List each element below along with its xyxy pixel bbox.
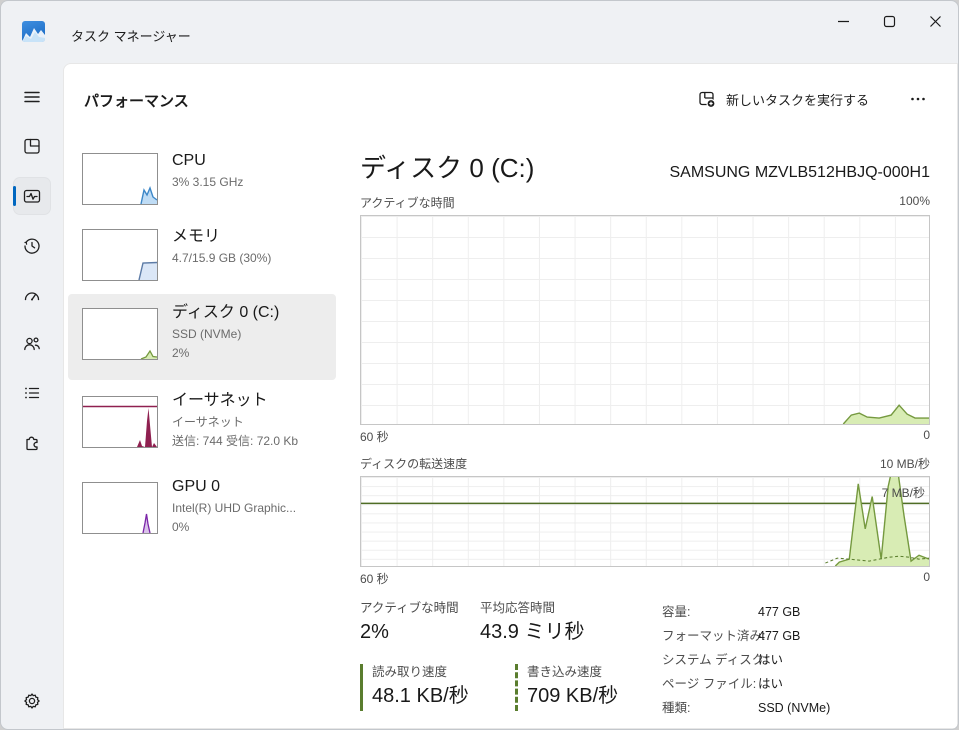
info-value: SSD (NVMe) bbox=[758, 696, 830, 720]
info-row-formatted: フォーマット済み: 477 GB bbox=[662, 624, 830, 648]
info-label: 種類: bbox=[662, 696, 758, 720]
perf-item-detail: Intel(R) UHD Graphic... bbox=[172, 499, 296, 518]
main-panel: パフォーマンス 新しいタスクを実行する bbox=[63, 63, 958, 729]
sidebar-item-performance[interactable] bbox=[14, 178, 50, 214]
chart2-max: 10 MB/秒 bbox=[880, 455, 930, 472]
sidebar bbox=[1, 63, 63, 729]
info-label: 容量: bbox=[662, 600, 758, 624]
transfer-rate-series bbox=[361, 477, 929, 566]
perf-item-ethernet[interactable]: イーサネット イーサネット 送信: 744 受信: 72.0 Kb bbox=[68, 382, 336, 468]
memory-mini-chart bbox=[82, 229, 158, 281]
perf-item-detail: 4.7/15.9 GB (30%) bbox=[172, 249, 271, 268]
stat-label: 平均応答時間 bbox=[480, 600, 584, 617]
transfer-rate-chart[interactable]: 7 MB/秒 bbox=[360, 476, 930, 567]
page-title: パフォーマンス bbox=[84, 90, 189, 111]
stat-read-speed: 読み取り速度 48.1 KB/秒 bbox=[360, 664, 469, 711]
stat-write-speed: 書き込み速度 709 KB/秒 bbox=[515, 664, 618, 711]
chart2-scale-line-label: 7 MB/秒 bbox=[882, 484, 925, 501]
stat-label: アクティブな時間 bbox=[360, 600, 459, 617]
sidebar-item-processes[interactable] bbox=[14, 128, 50, 164]
sidebar-item-details[interactable] bbox=[14, 375, 50, 411]
perf-item-name: GPU 0 bbox=[172, 475, 296, 499]
sidebar-item-app-history[interactable] bbox=[14, 228, 50, 264]
info-row-page-file: ページ ファイル: はい bbox=[662, 672, 830, 696]
info-value: 477 GB bbox=[758, 600, 800, 624]
gpu-mini-chart bbox=[82, 482, 158, 534]
stat-active-time: アクティブな時間 2% bbox=[360, 600, 459, 647]
stat-value: 709 KB/秒 bbox=[527, 681, 618, 711]
info-value: 477 GB bbox=[758, 624, 800, 648]
titlebar: タスク マネージャー bbox=[1, 1, 958, 63]
hamburger-menu-icon[interactable] bbox=[14, 79, 50, 115]
sidebar-item-users[interactable] bbox=[14, 326, 50, 362]
disk-stats: アクティブな時間 2% 平均応答時間 43.9 ミリ秒 読み取り速度 48.1 … bbox=[360, 600, 930, 730]
chart2-x-left: 60 秒 bbox=[360, 570, 389, 587]
device-name: SAMSUNG MZVLB512HBJQ-000H1 bbox=[669, 164, 930, 182]
disk-detail-pane: ディスク 0 (C:) SAMSUNG MZVLB512HBJQ-000H1 ア… bbox=[360, 148, 930, 730]
perf-item-name: メモリ bbox=[172, 225, 271, 249]
active-time-chart[interactable] bbox=[360, 215, 930, 425]
perf-item-percent: 0% bbox=[172, 518, 296, 537]
chart1-max: 100% bbox=[899, 194, 930, 211]
stat-value: 2% bbox=[360, 617, 459, 647]
perf-item-detail: SSD (NVMe) bbox=[172, 325, 279, 344]
more-options-button[interactable] bbox=[901, 84, 935, 114]
chart2-x-right: 0 bbox=[923, 570, 930, 587]
task-manager-app-icon bbox=[22, 21, 45, 42]
selected-indicator bbox=[13, 186, 16, 206]
chart2-label: ディスクの転送速度 bbox=[360, 455, 467, 472]
perf-item-memory[interactable]: メモリ 4.7/15.9 GB (30%) bbox=[68, 216, 336, 292]
detail-title: ディスク 0 (C:) bbox=[360, 148, 534, 185]
info-label: ページ ファイル: bbox=[662, 672, 758, 696]
cpu-mini-chart bbox=[82, 153, 158, 205]
run-new-task-label: 新しいタスクを実行する bbox=[726, 90, 869, 109]
perf-item-name: ディスク 0 (C:) bbox=[172, 301, 279, 325]
info-label: システム ディスク: bbox=[662, 648, 758, 672]
close-button[interactable] bbox=[912, 1, 958, 41]
run-new-task-button[interactable]: 新しいタスクを実行する bbox=[688, 84, 879, 114]
ellipsis-icon bbox=[910, 91, 926, 107]
perf-item-detail: 3% 3.15 GHz bbox=[172, 173, 243, 192]
perf-item-name: CPU bbox=[172, 149, 243, 173]
disk-mini-chart bbox=[82, 308, 158, 360]
stat-label: 書き込み速度 bbox=[527, 664, 618, 681]
stat-value: 43.9 ミリ秒 bbox=[480, 617, 584, 647]
perf-item-name: イーサネット bbox=[172, 389, 298, 413]
active-time-series bbox=[361, 216, 929, 424]
info-value: はい bbox=[758, 672, 783, 696]
perf-item-cpu[interactable]: CPU 3% 3.15 GHz bbox=[68, 140, 336, 216]
info-row-capacity: 容量: 477 GB bbox=[662, 600, 830, 624]
chart1-x-right: 0 bbox=[923, 428, 930, 445]
perf-item-disk[interactable]: ディスク 0 (C:) SSD (NVMe) 2% bbox=[68, 294, 336, 380]
stat-avg-response-time: 平均応答時間 43.9 ミリ秒 bbox=[480, 600, 584, 647]
info-value: はい bbox=[758, 648, 783, 672]
chart1-label: アクティブな時間 bbox=[360, 194, 455, 211]
info-row-system-disk: システム ディスク: はい bbox=[662, 648, 830, 672]
new-task-icon bbox=[698, 90, 717, 109]
perf-item-throughput: 送信: 744 受信: 72.0 Kb bbox=[172, 432, 298, 451]
perf-item-detail: イーサネット bbox=[172, 413, 298, 432]
stat-label: 読み取り速度 bbox=[372, 664, 469, 681]
info-label: フォーマット済み: bbox=[662, 624, 758, 648]
window-title: タスク マネージャー bbox=[71, 26, 191, 45]
disk-info-list: 容量: 477 GB フォーマット済み: 477 GB システム ディスク: は… bbox=[662, 600, 830, 720]
sidebar-item-services[interactable] bbox=[14, 424, 50, 460]
minimize-button[interactable] bbox=[820, 1, 866, 41]
sidebar-item-startup-apps[interactable] bbox=[14, 277, 50, 313]
stat-value: 48.1 KB/秒 bbox=[372, 681, 469, 711]
chart1-x-left: 60 秒 bbox=[360, 428, 389, 445]
info-row-type: 種類: SSD (NVMe) bbox=[662, 696, 830, 720]
ethernet-mini-chart bbox=[82, 396, 158, 448]
perf-item-gpu[interactable]: GPU 0 Intel(R) UHD Graphic... 0% bbox=[68, 468, 336, 554]
settings-gear-icon[interactable] bbox=[14, 683, 50, 719]
task-manager-window: タスク マネージャー bbox=[0, 0, 959, 730]
perf-item-percent: 2% bbox=[172, 344, 279, 363]
maximize-button[interactable] bbox=[866, 1, 912, 41]
